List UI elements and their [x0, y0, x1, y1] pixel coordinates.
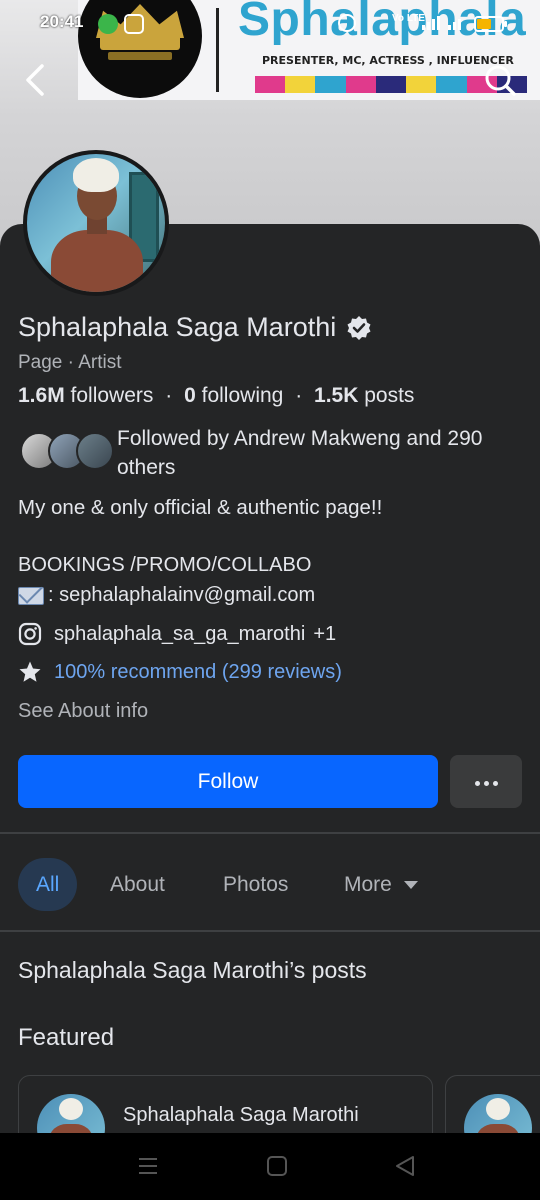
instagram-notification-icon — [124, 14, 144, 34]
tab-all[interactable]: All — [18, 858, 78, 911]
followers-count[interactable]: 1.6M — [18, 384, 65, 407]
verified-badge-icon — [347, 315, 371, 340]
recent-apps-button[interactable] — [137, 1155, 159, 1177]
profile-name: Sphalaphala Saga Marothi — [18, 312, 337, 342]
bookings-email[interactable]: : sephalaphalainv@gmail.com — [48, 584, 315, 607]
profile-bio: My one & only official & authentic page!… — [18, 496, 383, 519]
back-arrow-icon — [26, 64, 44, 96]
more-options-button[interactable] — [450, 755, 522, 808]
back-nav-button[interactable] — [394, 1155, 416, 1177]
featured-post-author: Sphalaphala Saga Marothi — [123, 1104, 359, 1126]
back-button[interactable] — [20, 62, 52, 98]
status-bar: 20:41 Vo LTE — [0, 10, 540, 38]
recommend-row[interactable]: 100% recommend (299 reviews) — [18, 660, 342, 684]
cover-tagline: PRESENTER, MC, ACTRESS , INFLUENCER — [262, 54, 514, 67]
section-divider — [0, 832, 540, 834]
star-icon — [19, 661, 41, 682]
tab-about[interactable]: About — [110, 858, 165, 911]
search-button[interactable] — [482, 62, 518, 98]
stats-separator: · — [165, 384, 173, 407]
signal-icon — [422, 16, 440, 30]
profile-avatar[interactable] — [23, 150, 169, 296]
mutual-friend-name[interactable]: Andrew Makweng — [234, 427, 401, 450]
cover-stripe — [285, 76, 316, 93]
alarm-icon — [338, 14, 356, 32]
page-category: Page · Artist — [18, 352, 122, 373]
stats-separator: · — [295, 384, 303, 407]
featured-heading: Featured — [18, 1024, 115, 1051]
tab-photos[interactable]: Photos — [223, 858, 288, 911]
profile-stats: 1.6M followers · 0 following · 1.5K post… — [18, 384, 414, 408]
tab-more[interactable]: More — [344, 858, 418, 911]
chat-notification-icon — [98, 14, 118, 34]
cover-stripe — [436, 76, 467, 93]
mutual-friend-avatars — [20, 432, 116, 472]
network-type: Vo LTE — [392, 13, 425, 24]
cover-stripe — [255, 76, 286, 93]
system-nav-bar — [0, 1133, 540, 1200]
instagram-handle: sphalaphala_sa_ga_marothi — [54, 622, 306, 645]
home-button[interactable] — [266, 1155, 288, 1177]
avatar — [27, 154, 165, 292]
instagram-extra-count: +1 — [313, 622, 337, 645]
cover-stripe — [315, 76, 346, 93]
tab-more-label: More — [344, 872, 392, 896]
ellipsis-icon — [473, 773, 500, 791]
profile-tabs: All About Photos More — [0, 840, 540, 930]
section-divider — [0, 930, 540, 932]
instagram-link-row[interactable]: sphalaphala_sa_ga_marothi +1 — [18, 622, 336, 646]
bookings-email-line: : sephalaphalainv@gmail.com — [18, 584, 315, 607]
cover-stripe — [345, 76, 376, 93]
instagram-icon — [18, 622, 42, 646]
mutual-avatar — [76, 432, 114, 470]
recommend-text: 100% recommend (299 reviews) — [54, 660, 342, 683]
bookings-line: BOOKINGS /PROMO/COLLABO — [18, 554, 312, 576]
cover-stripe — [406, 76, 437, 93]
following-count[interactable]: 0 — [184, 384, 196, 407]
followed-by-suffix: and — [406, 427, 442, 450]
see-about-info-link[interactable]: See About info — [18, 700, 148, 723]
posts-label: posts — [364, 384, 415, 407]
following-label[interactable]: following — [202, 384, 284, 407]
status-time: 20:41 — [40, 12, 84, 31]
email-envelope-icon — [18, 586, 44, 605]
followed-by-prefix: Followed by — [117, 427, 230, 450]
followed-by-row[interactable]: Followed by Andrew Makweng and 290 other… — [20, 424, 520, 482]
posts-section-title: Sphalaphala Saga Marothi’s posts — [18, 957, 367, 983]
posts-count: 1.5K — [314, 384, 359, 407]
cover-stripe — [375, 76, 407, 93]
followers-label[interactable]: followers — [71, 384, 154, 407]
search-icon — [485, 65, 516, 96]
followed-by-text: Followed by Andrew Makweng and 290 other… — [117, 424, 517, 482]
signal-icon-2 — [448, 16, 461, 30]
battery-icon — [474, 16, 507, 32]
chevron-down-icon — [403, 880, 418, 889]
follow-button[interactable]: Follow — [18, 755, 438, 808]
profile-name-row: Sphalaphala Saga Marothi — [18, 312, 372, 343]
